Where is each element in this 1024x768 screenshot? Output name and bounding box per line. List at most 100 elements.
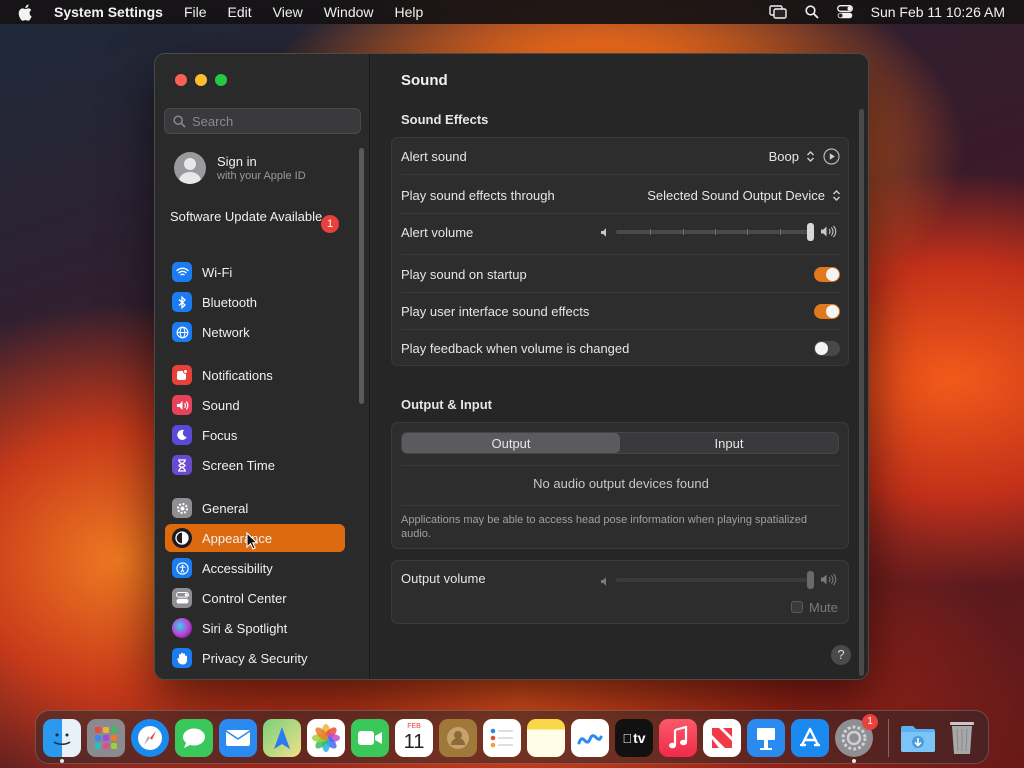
sidebar-item-accessibility[interactable]: Accessibility [165,554,345,582]
calendar-day: 11 [403,730,425,753]
downloads-folder-icon[interactable] [899,719,937,757]
trash-icon[interactable] [943,719,981,757]
system-settings-window: Search Sign in with your Apple ID Softwa… [154,53,869,680]
help-menu[interactable]: Help [395,4,424,20]
freeform-icon[interactable] [571,719,609,757]
sidebar-item-control-center[interactable]: Control Center [165,584,345,612]
reminders-icon[interactable] [483,719,521,757]
output-device-popup[interactable]: Selected Sound Output Device [647,187,842,203]
startup-sound-toggle[interactable] [814,267,840,282]
sidebar-item-label: Siri & Spotlight [202,620,288,636]
bell-icon [172,365,192,385]
contacts-icon[interactable] [439,719,477,757]
mute-label: Mute [809,600,838,615]
clock[interactable]: Sun Feb 11 10:26 AM [871,4,1005,20]
sidebar-item-bluetooth[interactable]: Bluetooth [165,288,345,316]
messages-icon[interactable] [175,719,213,757]
apple-id-sign-in[interactable]: Sign in with your Apple ID [174,152,306,184]
window-menu[interactable]: Window [324,4,374,20]
speaker-icon [172,395,192,415]
siri-icon [172,618,192,638]
sound-pane: Sound Sound Effects Alert sound Boop Pla… [371,54,868,679]
finder-icon[interactable] [43,719,81,757]
content-scrollbar[interactable] [859,109,864,676]
close-button[interactable] [175,74,187,86]
gear-icon [172,498,192,518]
app-store-icon[interactable] [791,719,829,757]
sidebar-item-label: Accessibility [202,560,273,576]
sidebar-item-network[interactable]: Network [165,318,345,346]
wifi-icon [172,262,192,282]
search-icon [173,114,186,128]
sidebar-item-wifi[interactable]: Wi-Fi [165,258,345,286]
sidebar-item-sound[interactable]: Sound [165,391,345,419]
keynote-icon[interactable] [747,719,785,757]
dock: FEB 11 tv 1 [35,710,989,764]
output-volume-thumb[interactable] [807,571,814,589]
sidebar-item-notifications[interactable]: Notifications [165,361,345,389]
launchpad-icon[interactable] [87,719,125,757]
search-placeholder: Search [192,113,234,129]
view-menu[interactable]: View [273,4,303,20]
output-input-segmented-control[interactable]: Output Input [401,432,839,454]
control-center-icon[interactable] [836,5,853,19]
volume-low-icon [600,226,610,241]
photos-icon[interactable] [307,719,345,757]
sidebar-item-screen-time[interactable]: Screen Time [165,451,345,479]
sidebar-item-label: Bluetooth [202,294,257,310]
no-devices-message: No audio output devices found [533,476,709,491]
alert-sound-popup[interactable]: Boop [769,148,816,164]
tv-icon[interactable]: tv [615,719,653,757]
startup-sound-row: Play sound on startup [392,256,850,292]
sidebar-item-siri-spotlight[interactable]: Siri & Spotlight [165,614,345,642]
apple-menu-icon[interactable] [18,4,36,21]
startup-sound-label: Play sound on startup [401,266,527,282]
news-icon[interactable] [703,719,741,757]
help-button[interactable]: ? [831,645,851,665]
safari-icon[interactable] [131,719,169,757]
maps-icon[interactable] [263,719,301,757]
screen-mirroring-icon[interactable] [768,5,787,19]
hourglass-icon [172,455,192,475]
avatar [174,152,206,184]
volume-feedback-label: Play feedback when volume is changed [401,340,630,356]
sidebar-item-label: Focus [202,427,238,443]
software-update-item[interactable]: Software Update Available [170,209,340,225]
zoom-button[interactable] [215,74,227,86]
edit-menu[interactable]: Edit [228,4,252,20]
mail-icon[interactable] [219,719,257,757]
alert-volume-row: Alert volume [392,214,850,250]
tv-label: tv [628,730,645,746]
minimize-button[interactable] [195,74,207,86]
tab-input[interactable]: Input [620,433,838,453]
music-icon[interactable] [659,719,697,757]
facetime-icon[interactable] [351,719,389,757]
spotlight-search-icon[interactable] [805,5,819,19]
update-badge: 1 [321,215,339,233]
search-input[interactable]: Search [164,108,361,134]
chevron-up-down-icon [830,187,842,203]
calendar-icon[interactable]: FEB 11 [395,719,433,757]
bluetooth-icon [172,292,192,312]
alert-volume-thumb[interactable] [807,223,814,241]
app-menu[interactable]: System Settings [54,4,163,20]
sidebar-item-focus[interactable]: Focus [165,421,345,449]
apple-id-subtitle: with your Apple ID [217,170,306,182]
mute-checkbox[interactable] [791,601,803,613]
play-alert-icon[interactable] [823,148,840,168]
ui-sound-effects-toggle[interactable] [814,304,840,319]
volume-feedback-toggle[interactable] [814,341,840,356]
sidebar-scrollbar[interactable] [359,148,364,404]
apple-id-title: Sign in [217,154,257,169]
sidebar-item-general[interactable]: General [165,494,345,522]
sidebar-item-privacy-security[interactable]: Privacy & Security [165,644,345,672]
settings-dock-badge: 1 [862,714,878,730]
output-volume-slider[interactable] [616,578,814,582]
volume-feedback-row: Play feedback when volume is changed [392,330,850,366]
notes-icon[interactable] [527,719,565,757]
alert-sound-row: Alert sound Boop [392,138,850,174]
file-menu[interactable]: File [184,4,207,20]
tab-output[interactable]: Output [402,433,620,453]
sound-effects-group: Alert sound Boop Play sound effects thro… [391,137,849,366]
sidebar-item-label: Notifications [202,367,273,383]
